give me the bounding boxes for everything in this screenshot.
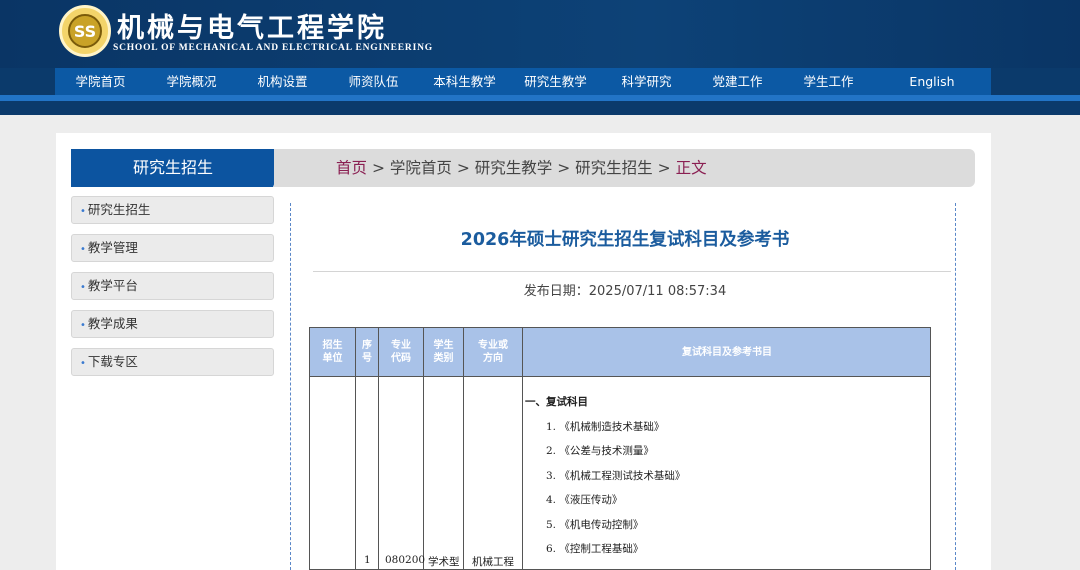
table-header-subjects: 复试科目及参考书目 [682,346,772,358]
publish-date: 发布日期：2025/07/11 08:57:34 [523,284,727,299]
school-logo[interactable]: SS [59,5,111,57]
bullet-icon: • [80,320,86,331]
nav-item-home[interactable]: 学院首页 [55,68,146,95]
sidebar-item-teaching-achievements[interactable]: • 教学成果 [71,310,274,338]
table-column-major [464,376,523,569]
main-nav: 学院首页 学院概况 机构设置 师资队伍 本科生教学 研究生教学 科学研究 党建工… [55,68,991,95]
table-header-index: 序号 [356,328,379,376]
sidebar-item-label: 教学平台 [87,278,138,293]
table-column-code [379,376,424,569]
exam-subjects-table: 招生 单位 序号 专业 代码 学生 类别 专业或 方向 复试科目及参考书目 1 0802… [309,327,931,570]
bullet-icon: • [80,282,86,293]
breadcrumb-separator: > [557,159,571,177]
title-divider [313,271,951,272]
sidebar-item-teaching-management[interactable]: • 教学管理 [71,234,274,262]
subject-item: 5. 《机电传动控制》 [546,519,644,531]
table-header-code: 专业 代码 [379,328,424,376]
nav-item-research[interactable]: 科学研究 [601,68,692,95]
subject-item: 2. 《公差与技术测量》 [546,445,654,457]
site-header: SS 机械与电气工程学院 SCHOOL OF MECHANICAL AND EL… [0,0,1080,115]
breadcrumb-home[interactable]: 首页 [336,159,367,177]
breadcrumb-graduate-teaching[interactable]: 研究生教学 [475,159,553,177]
table-column-type [424,376,464,569]
nav-item-student-affairs[interactable]: 学生工作 [783,68,874,95]
nav-item-english[interactable]: English [874,68,990,95]
nav-item-organization[interactable]: 机构设置 [237,68,328,95]
bullet-icon: • [80,358,86,369]
nav-item-faculty[interactable]: 师资队伍 [328,68,419,95]
row-student-type: 学术型 [428,556,460,568]
article-title: 2026年硕士研究生招生复试科目及参考书 [460,230,790,250]
subjects-section-heading: 一、复试科目 [525,396,588,408]
row-index: 1 [364,554,371,566]
logo-emblem-icon: SS [68,14,102,48]
breadcrumb-graduate-admission[interactable]: 研究生招生 [575,159,653,177]
sidebar-item-teaching-platform[interactable]: • 教学平台 [71,272,274,300]
row-major: 机械工程 [472,556,514,568]
breadcrumb-separator: > [456,159,470,177]
sidebar-item-downloads[interactable]: • 下载专区 [71,348,274,376]
subject-item: 1. 《机械制造技术基础》 [546,421,665,433]
subject-item: 4. 《液压传动》 [546,494,623,506]
sidebar-item-label: 教学管理 [87,240,138,255]
section-title: 研究生招生 [71,149,286,187]
table-header-type: 学生 类别 [424,328,464,376]
nav-item-undergraduate[interactable]: 本科生教学 [419,68,510,95]
subject-item: 6. 《控制工程基础》 [546,543,644,555]
row-major-code: 080200 [385,554,426,566]
breadcrumb-separator: > [371,159,385,177]
content-border-left [290,203,291,570]
table-header-unit: 招生 单位 [310,328,356,376]
bullet-icon: • [80,206,86,217]
sidebar-item-label: 研究生招生 [87,202,151,217]
sidebar-item-label: 下载专区 [87,354,138,369]
sidebar-item-label: 教学成果 [87,316,138,331]
table-column-index [356,376,379,569]
breadcrumb: 首页 > 学院首页 > 研究生教学 > 研究生招生 > 正文 [336,149,707,187]
table-header-major: 专业或 方向 [464,328,523,376]
bullet-icon: • [80,244,86,255]
content-border-right [955,203,956,570]
breadcrumb-separator: > [657,159,671,177]
breadcrumb-current: 正文 [675,159,707,177]
school-name-cn[interactable]: 机械与电气工程学院 [117,6,387,45]
breadcrumb-college-home[interactable]: 学院首页 [390,159,452,177]
school-name-en: SCHOOL OF MECHANICAL AND ELECTRICAL ENGI… [113,43,433,53]
subject-item: 3. 《机械工程测试技术基础》 [546,470,686,482]
table-column-unit [310,376,356,569]
nav-item-graduate[interactable]: 研究生教学 [510,68,601,95]
nav-lower-band [0,101,1080,115]
nav-item-party[interactable]: 党建工作 [692,68,783,95]
sidebar-item-graduate-admission[interactable]: • 研究生招生 [71,196,274,224]
nav-item-overview[interactable]: 学院概况 [146,68,237,95]
